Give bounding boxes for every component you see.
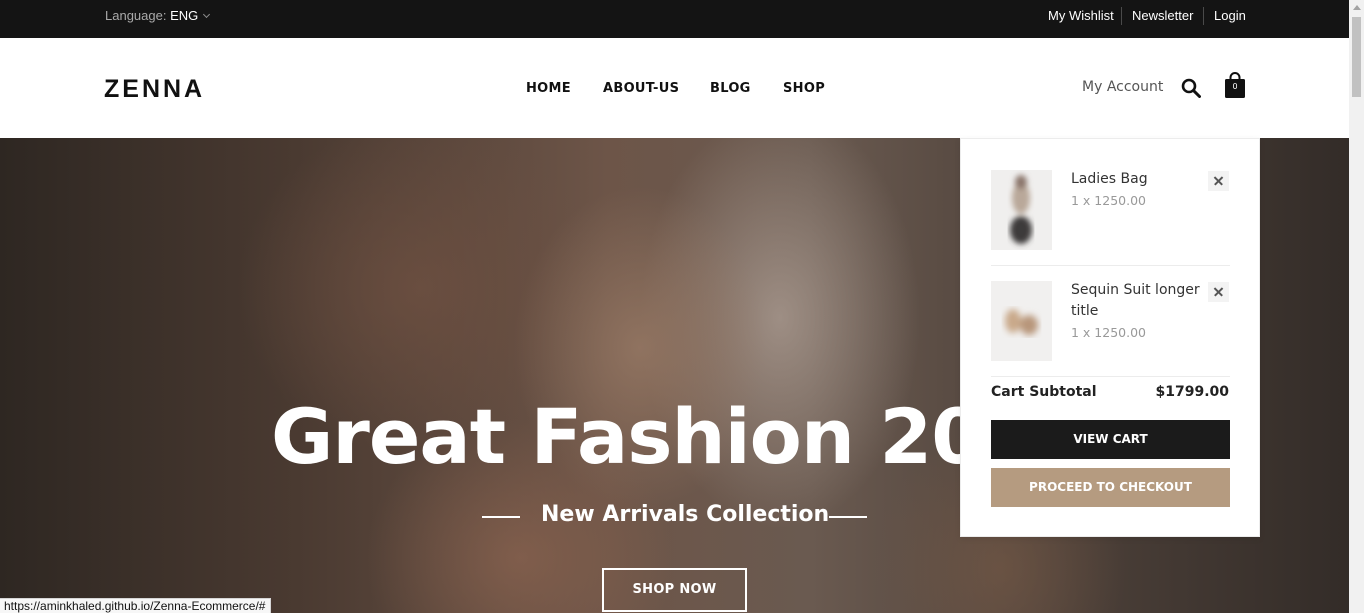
cart-item-quantity: 1 x 1250.00 <box>1071 325 1146 340</box>
cart-subtotal-label: Cart Subtotal <box>991 384 1097 400</box>
divider <box>1121 7 1122 25</box>
ladies-bag-image <box>991 170 1052 250</box>
cart-item-name[interactable]: Ladies Bag <box>1071 169 1211 190</box>
wishlist-link[interactable]: My Wishlist <box>1048 8 1114 23</box>
shop-now-button[interactable]: SHOP NOW <box>602 568 747 612</box>
scroll-up-arrow-icon[interactable] <box>1353 5 1361 10</box>
cart-item: Ladies Bag 1 x 1250.00 <box>991 170 1230 250</box>
sequin-suit-image <box>991 281 1052 361</box>
nav-blog[interactable]: BLOG <box>710 81 751 96</box>
product-thumbnail[interactable] <box>991 170 1052 250</box>
decorative-line <box>482 516 520 518</box>
login-link[interactable]: Login <box>1214 8 1246 23</box>
hero-subtitle: New Arrivals Collection <box>541 502 830 527</box>
remove-item-icon[interactable] <box>1208 282 1229 302</box>
remove-item-icon[interactable] <box>1208 171 1229 191</box>
search-icon[interactable] <box>1181 78 1201 98</box>
nav-about-us[interactable]: ABOUT-US <box>603 81 679 96</box>
language-selector[interactable]: Language: ENG <box>105 8 211 23</box>
nav-shop[interactable]: SHOP <box>783 81 825 96</box>
cart-subtotal-value: $1799.00 <box>1155 384 1229 400</box>
divider <box>991 265 1230 266</box>
product-thumbnail[interactable] <box>991 281 1052 361</box>
scrollbar-thumb[interactable] <box>1352 17 1361 97</box>
site-header: ZENNA HOME ABOUT-US BLOG SHOP My Account… <box>0 38 1349 138</box>
chevron-down-icon <box>203 10 211 19</box>
cart-item: Sequin Suit longer title 1 x 1250.00 <box>991 281 1230 361</box>
my-account-link[interactable]: My Account <box>1082 79 1163 95</box>
language-label: Language: <box>105 8 167 23</box>
divider <box>1203 7 1204 25</box>
cart-count-badge: 0 <box>1232 82 1238 91</box>
divider <box>991 376 1230 377</box>
nav-home[interactable]: HOME <box>526 81 571 96</box>
language-value: ENG <box>170 8 199 23</box>
checkout-button[interactable]: PROCEED TO CHECKOUT <box>991 468 1230 507</box>
cart-dropdown: Ladies Bag 1 x 1250.00 Sequin Suit longe… <box>960 138 1260 537</box>
view-cart-button[interactable]: VIEW CART <box>991 420 1230 459</box>
cart-item-quantity: 1 x 1250.00 <box>1071 193 1146 208</box>
top-bar: Language: ENG My Wishlist Newsletter Log… <box>0 0 1349 38</box>
decorative-line <box>829 516 867 518</box>
newsletter-link[interactable]: Newsletter <box>1132 8 1193 23</box>
status-url: https://aminkhaled.github.io/Zenna-Ecomm… <box>0 598 272 613</box>
logo[interactable]: ZENNA <box>104 75 205 104</box>
cart-item-name[interactable]: Sequin Suit longer title <box>1071 280 1211 322</box>
